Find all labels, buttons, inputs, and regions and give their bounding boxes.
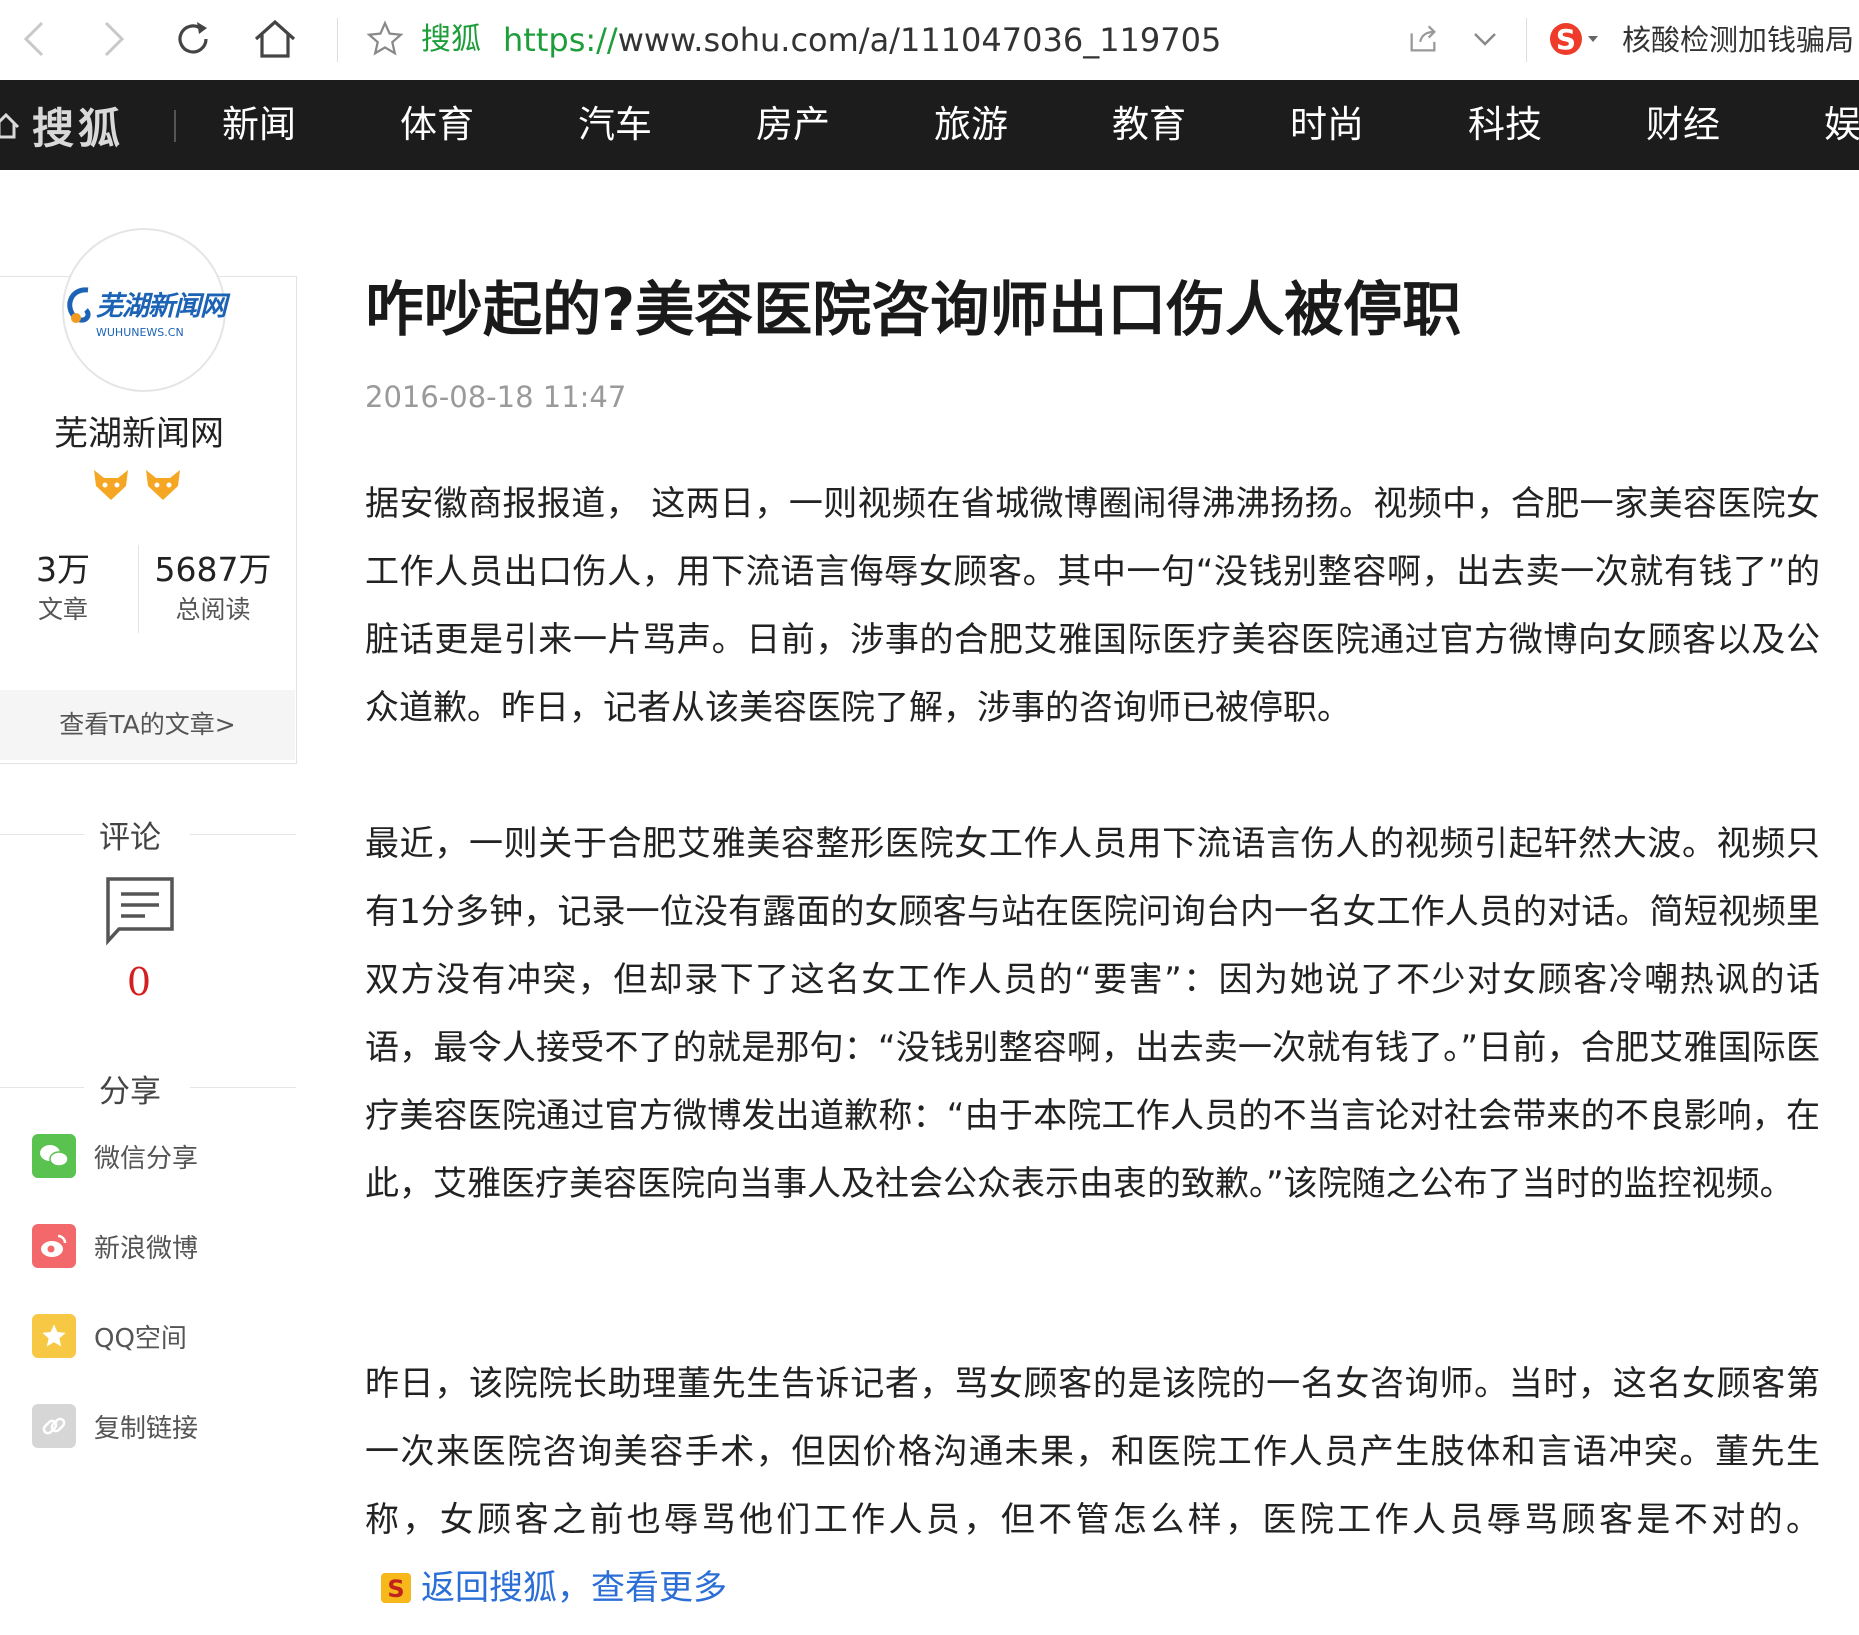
- share-qzone[interactable]: QQ空间: [32, 1312, 187, 1360]
- sohu-brand[interactable]: 搜狐: [0, 80, 124, 170]
- reload-icon[interactable]: [165, 14, 221, 64]
- address-bar[interactable]: https://www.sohu.com/a/111047036_119705: [503, 18, 1221, 62]
- forward-arrow-icon[interactable]: [88, 14, 138, 64]
- nav-tech[interactable]: 科技: [1468, 80, 1542, 170]
- author-avatar[interactable]: 芜湖新闻网 WUHUNEWS.CN: [62, 228, 227, 392]
- logo-chinese: 芜湖新闻网: [96, 291, 227, 322]
- qzone-star-icon: [32, 1314, 76, 1358]
- url-protocol: https://: [503, 21, 618, 59]
- publish-date: 2016-08-18 11:47: [365, 380, 627, 414]
- back-arrow-icon[interactable]: [10, 14, 60, 64]
- hot-search-text[interactable]: 核酸检测加钱骗局: [1622, 18, 1854, 62]
- articles-label: 文章: [37, 595, 88, 624]
- share-copy-link[interactable]: 复制链接: [32, 1402, 198, 1450]
- articles-stat: 3万 文章: [26, 548, 100, 628]
- article-paragraph: 最近，一则关于合肥艾雅美容整形医院女工作人员用下流语言伤人的视频引起轩然大波。视…: [365, 824, 1820, 1204]
- svg-text:S: S: [387, 1575, 404, 1603]
- nav-news[interactable]: 新闻: [222, 80, 296, 170]
- comment-icon[interactable]: [105, 876, 175, 950]
- chevron-down-icon[interactable]: [1460, 14, 1510, 64]
- wechat-icon: [32, 1134, 76, 1178]
- nav-travel[interactable]: 旅游: [934, 80, 1008, 170]
- browser-toolbar: 搜狐 https://www.sohu.com/a/111047036_1197…: [0, 0, 1859, 81]
- share-wechat[interactable]: 微信分享: [32, 1132, 198, 1180]
- home-icon: [0, 112, 20, 139]
- nav-realestate[interactable]: 房产: [756, 80, 830, 170]
- fox-badge-icon: [146, 470, 180, 500]
- home-icon[interactable]: [247, 14, 303, 64]
- logo-english: WUHUNEWS.CN: [96, 325, 184, 339]
- sogou-search-icon[interactable]: S: [1544, 14, 1604, 64]
- toolbar-divider: [1526, 18, 1527, 62]
- article-paragraph: 昨日，该院院长助理董先生告诉记者，骂女顾客的是该院的一名女咨询师。当时，这名女顾…: [365, 1350, 1820, 1626]
- article-paragraph-text: 昨日，该院院长助理董先生告诉记者，骂女顾客的是该院的一名女咨询师。当时，这名女顾…: [365, 1364, 1820, 1540]
- article-paragraph: 据安徽商报报道， 这两日，一则视频在省城微博圈闹得沸沸扬扬。视频中，合肥一家美容…: [365, 484, 1820, 728]
- reads-stat: 5687万 总阅读: [150, 548, 276, 628]
- nav-auto[interactable]: 汽车: [578, 80, 652, 170]
- reads-label: 总阅读: [175, 595, 251, 624]
- author-logo: 芜湖新闻网 WUHUNEWS.CN: [62, 282, 227, 339]
- weibo-icon: [32, 1224, 76, 1268]
- share-label: QQ空间: [94, 1323, 187, 1354]
- site-nav-bar: 搜狐 新闻 体育 汽车 房产 旅游 教育 时尚 科技 财经 娱: [0, 80, 1859, 170]
- wuhu-news-logo-icon: [67, 286, 91, 323]
- svg-text:S: S: [1556, 23, 1576, 56]
- share-title: 分享: [99, 1074, 161, 1110]
- sohu-logo-icon: S: [381, 1573, 411, 1603]
- author-name[interactable]: 芜湖新闻网: [0, 406, 278, 455]
- url-path: www.sohu.com/a/111047036_119705: [617, 21, 1222, 59]
- comment-count[interactable]: 0: [0, 960, 278, 1004]
- share-label: 微信分享: [94, 1143, 199, 1174]
- comments-title: 评论: [99, 820, 161, 856]
- share-weibo[interactable]: 新浪微博: [32, 1222, 198, 1270]
- toolbar-divider: [337, 18, 338, 62]
- back-link-text: 返回搜狐，查看更多: [421, 1568, 727, 1608]
- nav-sports[interactable]: 体育: [400, 80, 474, 170]
- article-title: 咋吵起的?美容医院咨询师出口伤人被停职: [365, 275, 1462, 344]
- nav-entertainment[interactable]: 娱: [1824, 80, 1859, 170]
- share-label: 新浪微博: [94, 1233, 199, 1264]
- view-author-articles-link[interactable]: 查看TA的文章>: [0, 690, 295, 760]
- site-name: 搜狐: [421, 22, 481, 57]
- nav-education[interactable]: 教育: [1112, 80, 1186, 170]
- articles-count: 3万: [36, 550, 90, 589]
- stat-divider: [138, 545, 139, 633]
- link-icon: [32, 1404, 76, 1448]
- nav-fashion[interactable]: 时尚: [1290, 80, 1364, 170]
- author-level-badges: [92, 468, 182, 502]
- nav-finance[interactable]: 财经: [1646, 80, 1720, 170]
- nav-divider: [174, 110, 176, 142]
- share-label: 复制链接: [94, 1413, 199, 1444]
- share-page-icon[interactable]: [1398, 14, 1448, 64]
- fox-badge-icon: [94, 470, 128, 500]
- bookmark-star-icon[interactable]: [360, 14, 410, 64]
- brand-text: 搜狐: [32, 103, 125, 153]
- reads-count: 5687万: [154, 550, 272, 589]
- back-to-sohu-link[interactable]: S 返回搜狐，查看更多: [365, 1554, 727, 1622]
